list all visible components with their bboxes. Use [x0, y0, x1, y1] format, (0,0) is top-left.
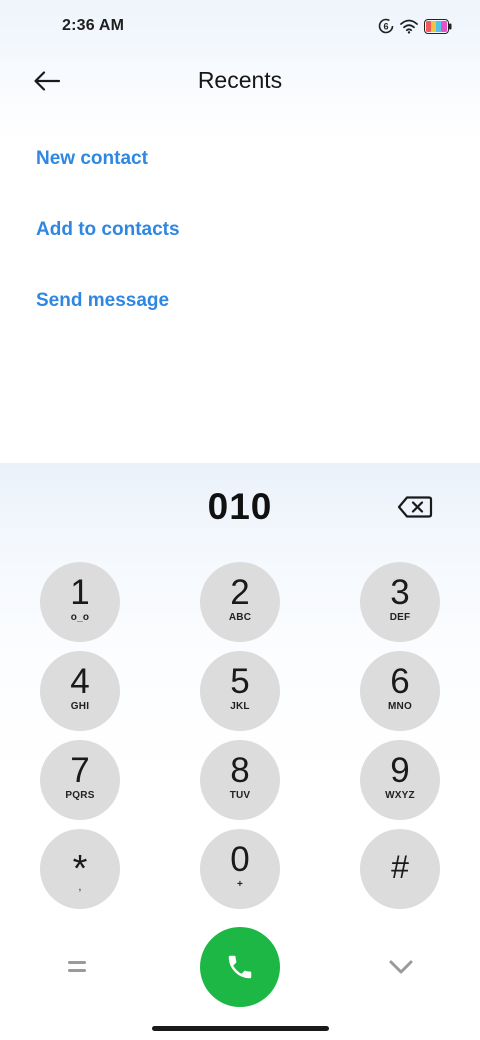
send-message-button[interactable]: Send message: [36, 290, 169, 312]
key-2[interactable]: 2 ABC: [200, 562, 280, 642]
key-7[interactable]: 7 PQRS: [40, 740, 120, 820]
header: Recents: [0, 56, 480, 108]
data-saver-badge: 6: [383, 22, 388, 32]
key-8[interactable]: 8 TUV: [200, 740, 280, 820]
data-saver-icon: 6: [378, 18, 394, 34]
key-letters: TUV: [229, 790, 251, 801]
wifi-icon: [400, 19, 418, 34]
key-digit: 0: [230, 840, 250, 879]
page-title: Recents: [197, 67, 283, 93]
key-star[interactable]: * ,: [40, 829, 120, 909]
status-time: 2:36 AM: [62, 17, 125, 34]
key-letters: DEF: [389, 612, 411, 623]
key-5[interactable]: 5 JKL: [200, 651, 280, 731]
key-digit: 9: [390, 751, 410, 790]
key-9[interactable]: 9 WXYZ: [360, 740, 440, 820]
key-letters: JKL: [230, 701, 250, 712]
phone-icon: [228, 955, 252, 979]
key-letters: o_o: [70, 612, 90, 623]
equals-menu-icon: [68, 961, 86, 972]
key-letters: ABC: [228, 612, 252, 623]
status-icons: 6: [378, 18, 452, 34]
status-bar: 2:36 AM 6: [0, 0, 480, 56]
key-3[interactable]: 3 DEF: [360, 562, 440, 642]
battery-icon: [424, 18, 452, 34]
key-hash[interactable]: #: [360, 829, 440, 909]
key-digit: 3: [390, 573, 410, 612]
call-button[interactable]: [200, 927, 280, 1007]
key-digit: 4: [70, 662, 90, 701]
key-digit: 8: [230, 751, 250, 790]
key-letters: ,: [78, 881, 82, 893]
key-1[interactable]: 1 o_o: [40, 562, 120, 642]
backspace-button[interactable]: [396, 493, 434, 521]
key-letters: WXYZ: [385, 790, 415, 801]
key-digit: 6: [390, 662, 410, 701]
chevron-down-icon: [389, 960, 413, 974]
key-letters: MNO: [388, 701, 412, 712]
menu-button[interactable]: [66, 958, 88, 976]
key-digit: 2: [230, 573, 250, 612]
key-digit: 5: [230, 662, 250, 701]
key-6[interactable]: 6 MNO: [360, 651, 440, 731]
key-letters: +: [236, 879, 244, 890]
backspace-icon: [397, 496, 433, 518]
key-0[interactable]: 0 +: [200, 829, 280, 909]
key-letters: GHI: [70, 701, 90, 712]
add-to-contacts-button[interactable]: Add to contacts: [36, 219, 180, 241]
key-digit: 1: [70, 573, 90, 612]
key-digit: #: [391, 849, 409, 885]
key-4[interactable]: 4 GHI: [40, 651, 120, 731]
collapse-keypad-button[interactable]: [386, 956, 416, 978]
key-digit: 7: [70, 751, 90, 790]
new-contact-button[interactable]: New contact: [36, 148, 148, 170]
home-indicator[interactable]: [152, 1026, 329, 1031]
key-letters: PQRS: [65, 790, 95, 801]
